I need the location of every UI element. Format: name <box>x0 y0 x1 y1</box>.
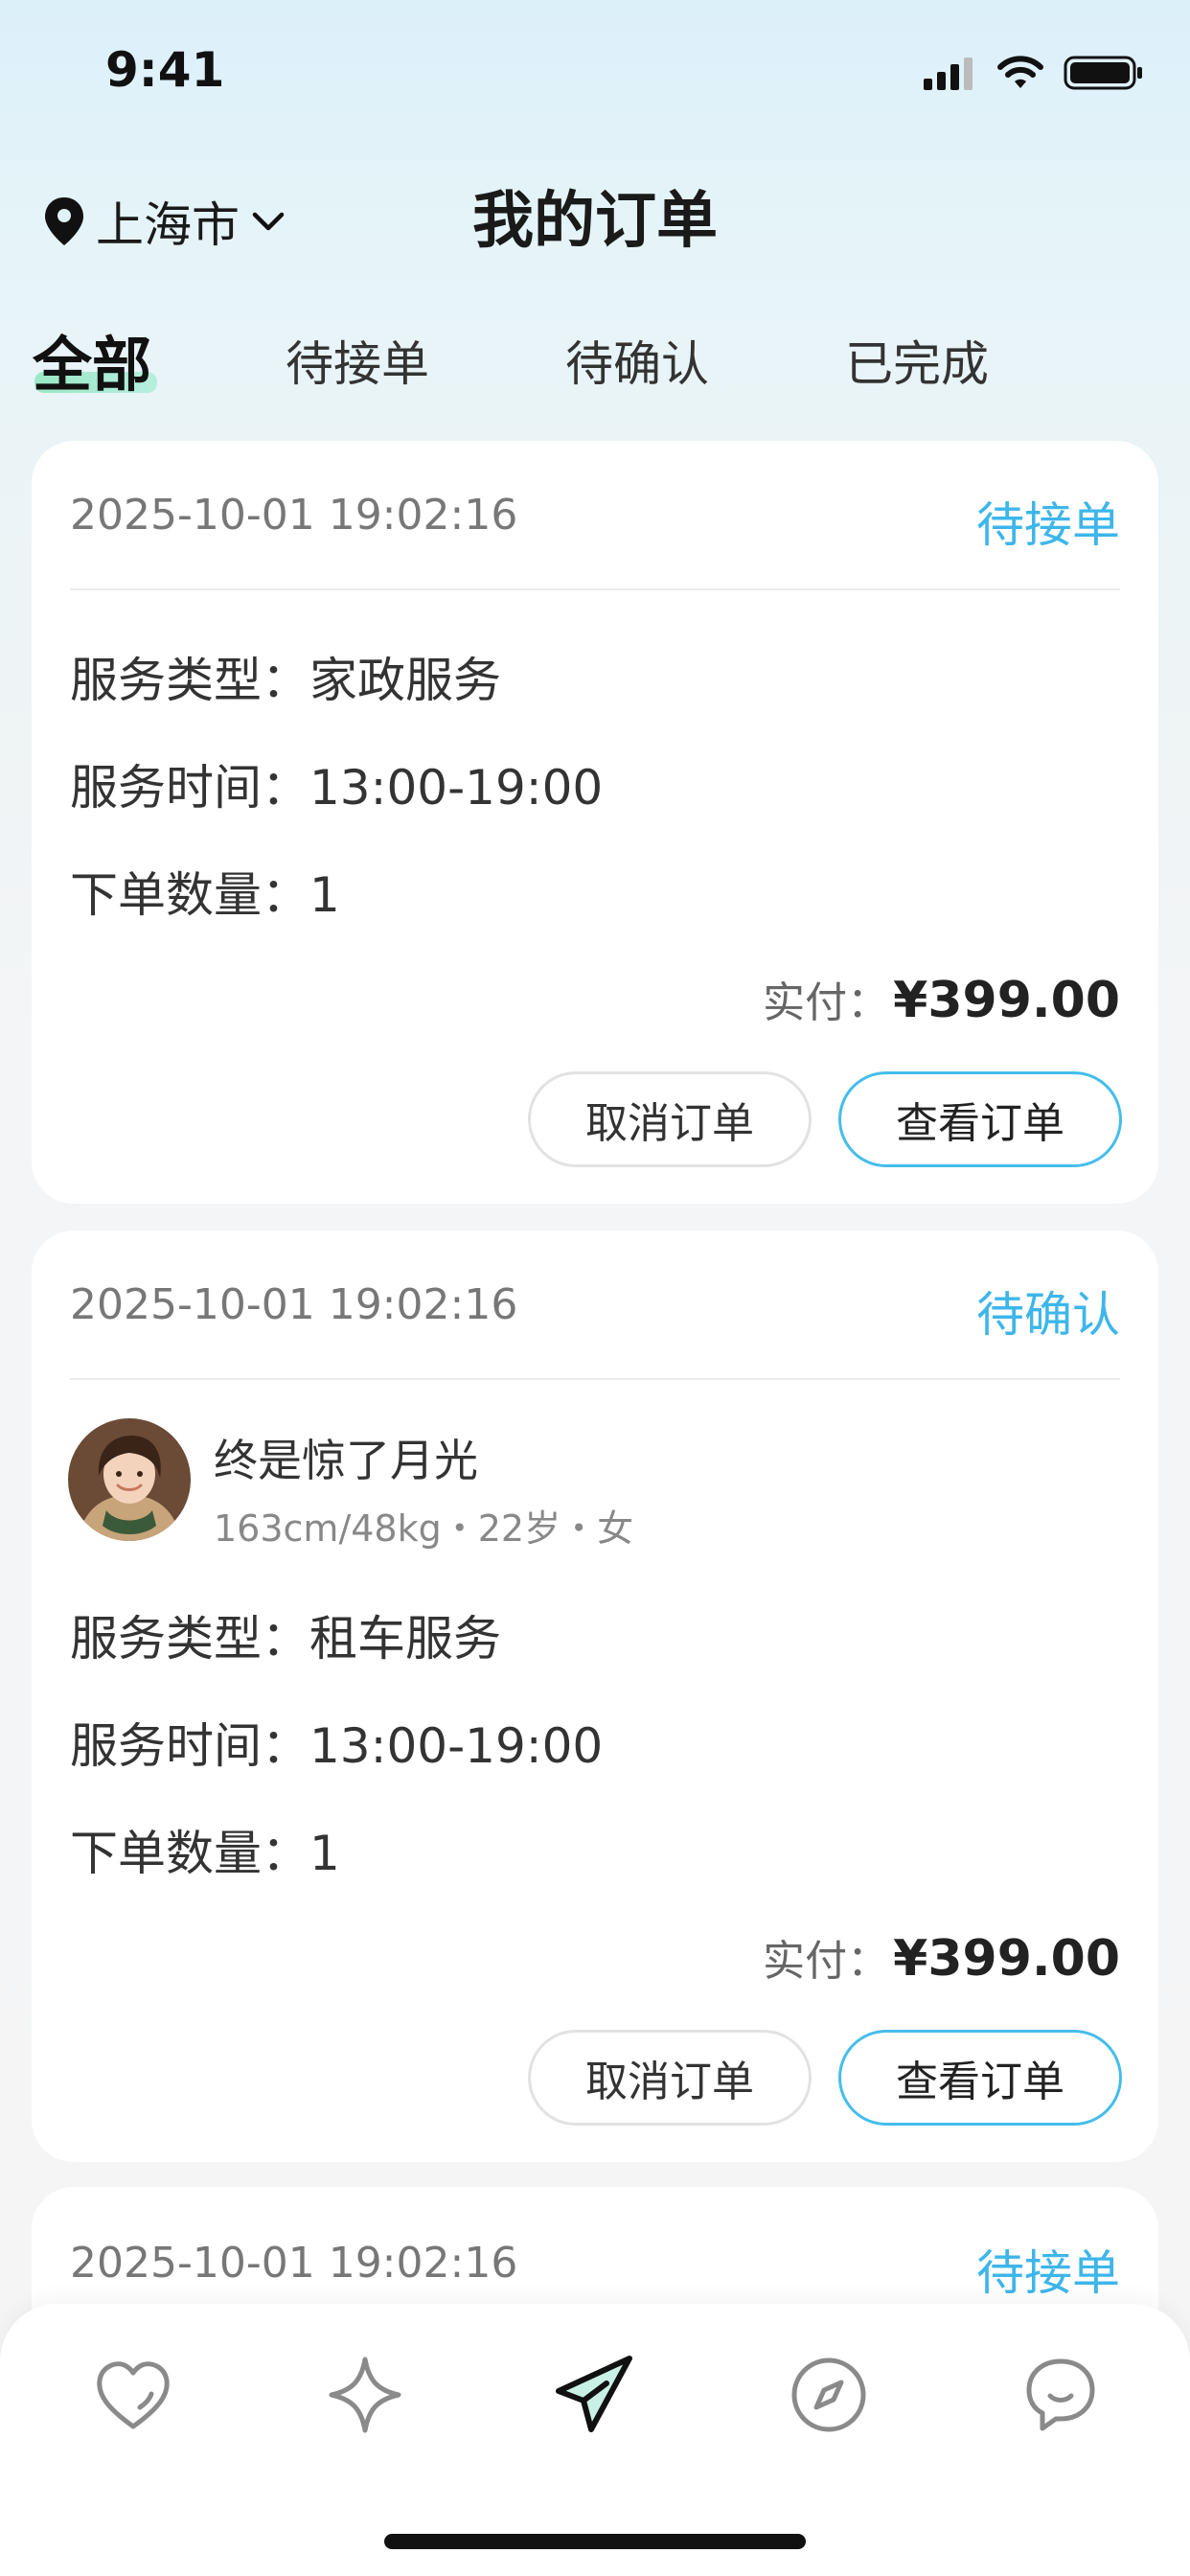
compass-icon <box>791 2358 866 2432</box>
service-time-label: 服务时间： <box>70 760 309 816</box>
status-icons <box>924 54 1144 92</box>
nav-item-chat[interactable] <box>1008 2342 1113 2448</box>
divider <box>70 588 1120 590</box>
order-time: 2025-10-01 19:02:16 <box>70 491 518 540</box>
order-time: 2025-10-01 19:02:16 <box>70 2239 518 2288</box>
signal-icon <box>924 58 973 90</box>
divider <box>70 1378 1120 1380</box>
tab-pending-confirm[interactable]: 待确认 <box>565 326 709 395</box>
paper-plane-icon <box>556 2356 632 2432</box>
service-time-value: 13:00-19:00 <box>309 1718 604 1774</box>
nav-item-plane[interactable] <box>542 2342 648 2448</box>
service-time-label: 服务时间： <box>70 1718 309 1774</box>
user-name: 终是惊了月光 <box>214 1435 478 1486</box>
tab-pending-accept[interactable]: 待接单 <box>286 326 429 395</box>
cancel-order-button[interactable]: 取消订单 <box>528 1071 812 1167</box>
status-time: 9:41 <box>105 42 225 98</box>
paid-label: 实付： <box>763 1937 890 1986</box>
paid-amount: ¥399.00 <box>893 1930 1120 1988</box>
service-time-row: 服务时间：13:00-19:00 <box>70 1708 603 1777</box>
paid-amount: ¥399.00 <box>893 972 1120 1029</box>
wifi-icon <box>997 56 1043 88</box>
service-type-value: 租车服务 <box>309 1611 501 1667</box>
avatar-image <box>68 1418 191 1541</box>
page-title-text: 我的订单 <box>472 186 718 257</box>
order-status: 待确认 <box>976 1287 1120 1343</box>
nav-item-heart[interactable] <box>80 2342 186 2448</box>
tab-completed[interactable]: 已完成 <box>845 326 989 395</box>
service-time-value: 13:00-19:00 <box>309 760 604 816</box>
service-type-row: 服务类型：租车服务 <box>70 1600 501 1669</box>
quantity-row: 下单数量：1 <box>70 1815 340 1884</box>
quantity-value: 1 <box>309 867 340 923</box>
bottom-nav <box>0 2304 1190 2576</box>
battery-icon <box>1064 56 1142 90</box>
service-time-row: 服务时间：13:00-19:00 <box>70 749 603 818</box>
status-bar: 9:41 <box>0 0 1190 144</box>
order-time: 2025-10-01 19:02:16 <box>70 1280 518 1329</box>
view-order-button[interactable]: 查看订单 <box>838 2030 1122 2126</box>
heart-icon <box>97 2361 170 2429</box>
service-type-label: 服务类型： <box>70 1611 309 1667</box>
nav-item-compass[interactable] <box>776 2342 881 2448</box>
header: 上海市 我的订单 <box>0 158 1190 273</box>
cancel-order-button[interactable]: 取消订单 <box>528 2030 812 2126</box>
paid-label: 实付： <box>763 978 890 1027</box>
nav-item-sparkle[interactable] <box>312 2342 418 2448</box>
order-status: 待接单 <box>976 2245 1120 2301</box>
avatar[interactable] <box>68 1418 191 1541</box>
order-card[interactable]: 2025-10-01 19:02:16 待接单 服务类型：家政服务 服务时间：1… <box>32 441 1158 1204</box>
quantity-value: 1 <box>309 1826 340 1881</box>
service-type-value: 家政服务 <box>309 653 501 708</box>
paid-amount-row: 实付： ¥399.00 <box>763 1926 1120 1988</box>
quantity-label: 下单数量： <box>70 1826 309 1881</box>
chat-bubble-icon <box>1026 2358 1095 2431</box>
service-type-label: 服务类型： <box>70 653 309 708</box>
service-type-row: 服务类型：家政服务 <box>70 642 501 711</box>
order-card[interactable]: 2025-10-01 19:02:16 待确认 终是惊了月光 163cm/48k… <box>32 1230 1158 2162</box>
page-title: 我的订单 <box>0 172 1190 260</box>
order-tabs: 全部 待接单 待确认 已完成 <box>0 316 1190 412</box>
sparkle-icon <box>329 2357 401 2433</box>
home-indicator <box>384 2534 806 2549</box>
quantity-label: 下单数量： <box>70 867 309 923</box>
paid-amount-row: 实付： ¥399.00 <box>763 968 1120 1029</box>
order-status: 待接单 <box>976 497 1120 553</box>
view-order-button[interactable]: 查看订单 <box>838 1071 1122 1167</box>
quantity-row: 下单数量：1 <box>70 857 340 926</box>
user-meta: 163cm/48kg・22岁・女 <box>214 1507 634 1550</box>
tab-all[interactable]: 全部 <box>33 316 151 402</box>
